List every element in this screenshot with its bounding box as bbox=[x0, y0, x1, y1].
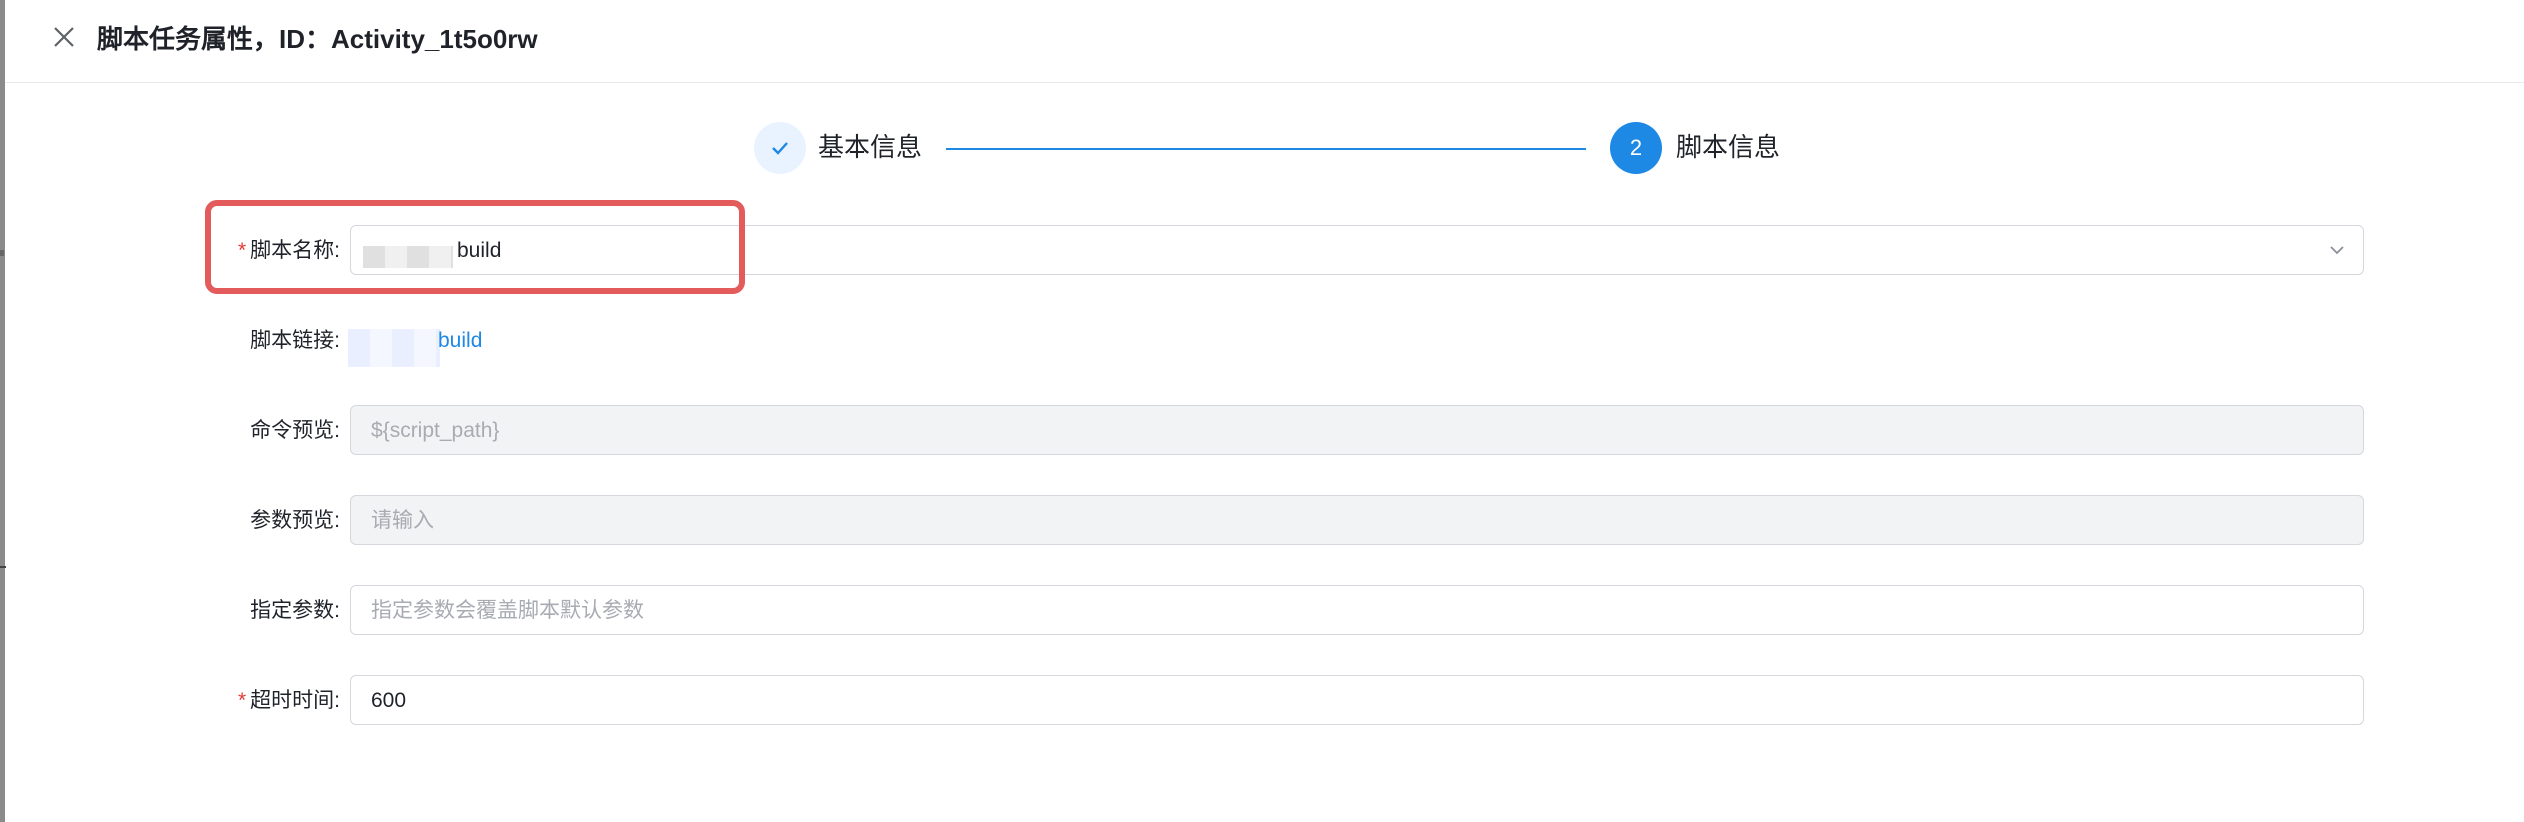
param-preview-input: 请输入 bbox=[350, 495, 2364, 545]
param-preview-placeholder: 请输入 bbox=[371, 509, 434, 532]
timeout-label: * 超时时间: bbox=[238, 684, 340, 718]
redacted-block bbox=[348, 329, 440, 367]
step-1-label: 基本信息 bbox=[818, 132, 923, 162]
step-1-circle bbox=[754, 122, 806, 174]
form-row-script-name: * 脚本名称: build bbox=[0, 225, 2524, 277]
command-preview-placeholder: ${script_path} bbox=[371, 419, 500, 442]
chevron-down-icon[interactable] bbox=[2327, 240, 2347, 260]
timeout-label-text: 超时时间: bbox=[250, 689, 340, 712]
script-link[interactable]: build bbox=[438, 324, 482, 358]
form-row-param-preview: 参数预览: 请输入 bbox=[0, 495, 2524, 547]
form-row-command-preview: 命令预览: ${script_path} bbox=[0, 405, 2524, 457]
drawer-header: 脚本任务属性，ID：Activity_1t5o0rw bbox=[5, 0, 2524, 83]
specified-params-placeholder: 指定参数会覆盖脚本默认参数 bbox=[371, 599, 644, 622]
command-preview-label: 命令预览: bbox=[250, 419, 340, 442]
redacted-block bbox=[363, 246, 453, 268]
script-name-value: build bbox=[457, 239, 502, 262]
timeout-input[interactable]: 600 bbox=[350, 675, 2364, 725]
param-preview-label: 参数预览: bbox=[250, 509, 340, 532]
left-edge-mark bbox=[0, 566, 6, 568]
form-row-timeout: * 超时时间: 600 bbox=[0, 675, 2524, 727]
page: 脚本任务属性，ID：Activity_1t5o0rw 基本信息 2 脚本信息 *… bbox=[0, 0, 2524, 822]
close-icon[interactable] bbox=[49, 22, 79, 52]
drawer-title: 脚本任务属性，ID：Activity_1t5o0rw bbox=[97, 24, 538, 54]
script-name-select[interactable]: build bbox=[350, 225, 2364, 275]
specified-params-input[interactable]: 指定参数会覆盖脚本默认参数 bbox=[350, 585, 2364, 635]
form-row-script-link: 脚本链接: build bbox=[0, 315, 2524, 367]
steps-indicator: 基本信息 2 脚本信息 bbox=[0, 118, 2524, 178]
step-2-label: 脚本信息 bbox=[1676, 132, 1781, 162]
specified-params-label: 指定参数: bbox=[250, 599, 340, 622]
step-2-number: 2 bbox=[1610, 122, 1662, 174]
required-mark: * bbox=[237, 689, 247, 712]
script-name-label-text: 脚本名称: bbox=[250, 239, 340, 262]
script-link-label: 脚本链接: bbox=[250, 329, 340, 352]
step-connector bbox=[946, 148, 1586, 150]
form-row-specified-params: 指定参数: 指定参数会覆盖脚本默认参数 bbox=[0, 585, 2524, 637]
check-icon bbox=[772, 142, 788, 155]
required-mark: * bbox=[237, 239, 247, 262]
command-preview-input: ${script_path} bbox=[350, 405, 2364, 455]
timeout-value: 600 bbox=[371, 689, 407, 712]
script-name-label: * 脚本名称: bbox=[238, 234, 340, 268]
